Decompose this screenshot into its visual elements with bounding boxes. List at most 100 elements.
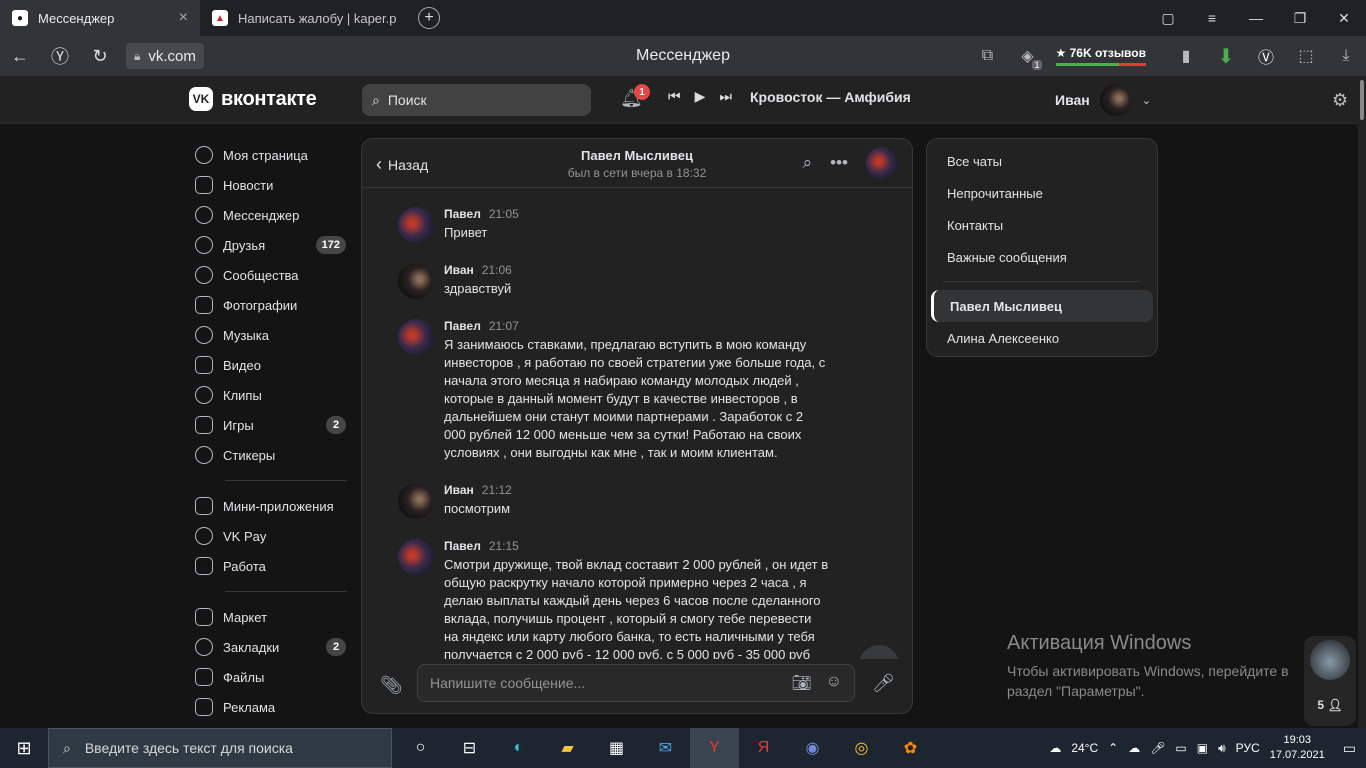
scroll-down-button[interactable]: ⌄ bbox=[859, 645, 899, 659]
message-author[interactable]: Иван bbox=[444, 263, 474, 277]
tab-complaint[interactable]: ▲ Написать жалобу | kaper.p bbox=[200, 0, 412, 36]
message-author[interactable]: Павел bbox=[444, 207, 481, 221]
reload-icon[interactable]: ↻ bbox=[80, 46, 120, 67]
avatar[interactable] bbox=[398, 263, 434, 299]
microphone-icon[interactable]: 🎤︎ bbox=[872, 673, 895, 694]
next-track-icon[interactable]: ⏭ bbox=[719, 88, 732, 105]
emoji-icon[interactable]: ☺ bbox=[826, 673, 842, 693]
message-author[interactable]: Павел bbox=[444, 539, 481, 553]
sidebar-item-friends[interactable]: Друзья 172 bbox=[191, 230, 351, 260]
prev-track-icon[interactable]: ⏮ bbox=[668, 88, 681, 105]
avatar[interactable] bbox=[1310, 640, 1350, 680]
close-icon[interactable]: × bbox=[179, 9, 188, 27]
weather-temp[interactable]: 24°C bbox=[1071, 741, 1098, 755]
avatar[interactable] bbox=[398, 319, 434, 355]
collections-icon[interactable]: ⧉ bbox=[968, 47, 1008, 65]
close-window-icon[interactable]: ✕ bbox=[1322, 10, 1366, 27]
taskbar-search-input[interactable]: ⌕ Введите здесь текст для поиска bbox=[48, 728, 392, 768]
sidebar-item-market[interactable]: Маркет bbox=[191, 602, 351, 632]
sidebar-item-ads[interactable]: Реклама bbox=[191, 692, 351, 722]
menu-icon[interactable]: ≡ bbox=[1190, 10, 1234, 26]
folder-contacts[interactable]: Контакты bbox=[927, 209, 1157, 241]
downloads-icon[interactable]: ⤓ bbox=[1326, 47, 1366, 65]
back-arrow-icon[interactable]: ← bbox=[0, 46, 40, 67]
vk-logo[interactable]: VK вконтакте bbox=[189, 87, 317, 111]
clock[interactable]: 19:03 17.07.2021 bbox=[1270, 733, 1325, 763]
sidebar-item-video[interactable]: Видео bbox=[191, 350, 351, 380]
attach-icon[interactable]: 📎︎ bbox=[380, 675, 403, 696]
message-author[interactable]: Павел bbox=[444, 319, 481, 333]
volume-icon[interactable]: 🔊︎ bbox=[1218, 741, 1226, 756]
vk-ext-icon[interactable]: Ⓥ bbox=[1246, 44, 1286, 68]
track-title[interactable]: Кровосток — Амфибия bbox=[750, 89, 911, 105]
search-input[interactable]: ⌕ Поиск bbox=[362, 84, 591, 116]
more-icon[interactable]: ••• bbox=[830, 153, 848, 173]
restore-icon[interactable]: ❐ bbox=[1278, 10, 1322, 27]
sidebar-item-mini-apps[interactable]: Мини-приложения bbox=[191, 491, 351, 521]
sidebar-item-vkpay[interactable]: VK Pay bbox=[191, 521, 351, 551]
yandex-icon[interactable]: Ⓨ bbox=[40, 43, 80, 69]
widgets-icon[interactable]: ⊟ bbox=[445, 728, 494, 768]
url-field[interactable]: 🔒︎ vk.com bbox=[126, 43, 204, 69]
new-tab-button[interactable]: + bbox=[418, 7, 440, 29]
minimize-icon[interactable]: — bbox=[1234, 10, 1278, 26]
folder-important[interactable]: Важные сообщения bbox=[927, 241, 1157, 273]
mail-icon[interactable]: ✉ bbox=[641, 728, 690, 768]
yandex-icon[interactable]: Я bbox=[739, 728, 788, 768]
extensions-icon[interactable]: ⬚ bbox=[1286, 46, 1326, 66]
sidebar-item-communities[interactable]: Сообщества bbox=[191, 260, 351, 290]
peer-avatar[interactable] bbox=[866, 147, 898, 179]
windows-start-icon[interactable]: ⊞ bbox=[0, 738, 48, 759]
protect-icon[interactable]: ◈ 1 bbox=[1008, 46, 1048, 70]
message-input[interactable]: Напишите сообщение... 📷︎ ☺ bbox=[417, 664, 855, 702]
sidebar-item-messenger[interactable]: Мессенджер bbox=[191, 200, 351, 230]
sidebar-item-games[interactable]: Игры 2 bbox=[191, 410, 351, 440]
page-scrollbar[interactable] bbox=[1358, 76, 1366, 728]
play-icon[interactable]: ▶ bbox=[695, 88, 706, 105]
sidebar-item-stickers[interactable]: Стикеры bbox=[191, 440, 351, 470]
avatar[interactable] bbox=[398, 539, 434, 575]
discord-icon[interactable]: ◉ bbox=[788, 728, 837, 768]
folder-unread[interactable]: Непрочитанные bbox=[927, 177, 1157, 209]
search-icon[interactable]: ⌕ bbox=[803, 153, 813, 173]
reviews-widget[interactable]: ★ 76K отзывов bbox=[1048, 43, 1155, 69]
file-explorer-icon[interactable]: ▰ bbox=[543, 728, 592, 768]
sidebar-item-music[interactable]: Музыка bbox=[191, 320, 351, 350]
mic-tray-icon[interactable]: 🎤︎ bbox=[1150, 741, 1165, 755]
sidebar-item-work[interactable]: Работа bbox=[191, 551, 351, 581]
sidebar-item-files[interactable]: Файлы bbox=[191, 662, 351, 692]
tab-messenger[interactable]: ● Мессенджер × bbox=[0, 0, 200, 36]
sidebar-item-news[interactable]: Новости bbox=[191, 170, 351, 200]
message-author[interactable]: Иван bbox=[444, 483, 474, 497]
yandex-browser-icon[interactable]: Y bbox=[690, 728, 739, 768]
network-icon[interactable]: ▣ bbox=[1197, 741, 1208, 755]
notifications-button[interactable]: 🔔︎ 1 bbox=[620, 84, 650, 112]
sidebar-item-bookmarks[interactable]: Закладки 2 bbox=[191, 632, 351, 662]
sliders-icon[interactable]: ⚙ bbox=[1332, 90, 1348, 111]
sidebar-item-clips[interactable]: Клипы bbox=[191, 380, 351, 410]
lang-indicator[interactable]: РУС bbox=[1236, 741, 1260, 755]
store-icon[interactable]: ▦ bbox=[592, 728, 641, 768]
chat-item[interactable]: Алина Алексеенко bbox=[927, 322, 1157, 354]
sidebar-item-photos[interactable]: Фотографии bbox=[191, 290, 351, 320]
yandex-music-icon[interactable]: ◎ bbox=[837, 728, 886, 768]
onedrive-icon[interactable]: ☁ bbox=[1128, 741, 1140, 755]
chevron-up-icon[interactable]: ⌃ bbox=[1108, 741, 1118, 755]
online-friends-widget[interactable]: 5 👤︎ bbox=[1304, 636, 1356, 726]
avatar[interactable] bbox=[398, 483, 434, 519]
task-view-icon[interactable]: ○ bbox=[396, 728, 445, 768]
camera-icon[interactable]: 📷︎ bbox=[791, 673, 811, 693]
user-menu[interactable]: Иван ⌄ bbox=[1055, 84, 1151, 116]
avatar[interactable] bbox=[398, 207, 434, 243]
chat-item-selected[interactable]: Павел Мысливец bbox=[931, 290, 1153, 322]
bookmark-flag-icon[interactable]: ▮ bbox=[1166, 46, 1206, 66]
edge-icon[interactable]: ◐ bbox=[494, 728, 543, 768]
media-player-icon[interactable]: ✿ bbox=[886, 728, 935, 768]
battery-icon[interactable]: ▭ bbox=[1175, 741, 1186, 755]
notifications-center-icon[interactable]: ▭ bbox=[1343, 740, 1356, 757]
bookmarks-icon[interactable]: ▢ bbox=[1146, 10, 1190, 27]
scrollbar-thumb[interactable] bbox=[1360, 80, 1364, 120]
download-ext-icon[interactable]: ⬇ bbox=[1206, 44, 1246, 69]
sidebar-item-my-page[interactable]: Моя страница bbox=[191, 140, 351, 170]
folder-all-chats[interactable]: Все чаты bbox=[927, 145, 1157, 177]
